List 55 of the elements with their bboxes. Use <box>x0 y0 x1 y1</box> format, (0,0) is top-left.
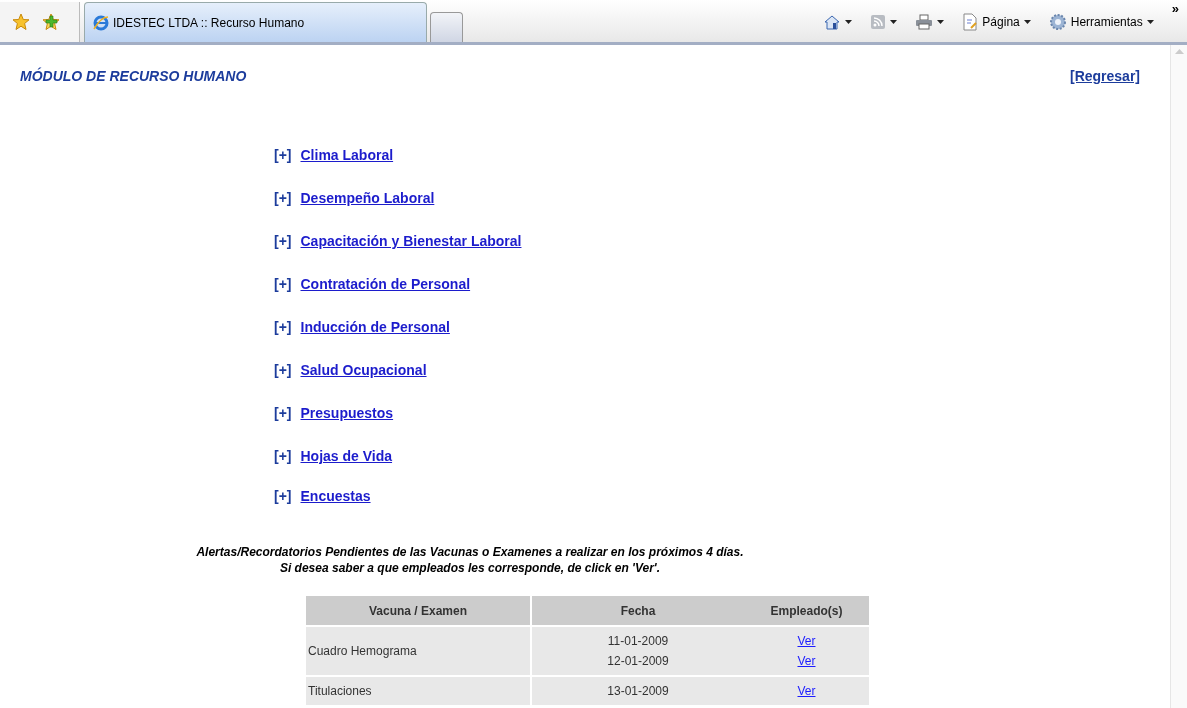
view-link[interactable]: Ver <box>797 652 816 670</box>
toolbar-button[interactable] <box>915 14 945 30</box>
expand-marker[interactable]: [+] <box>274 485 292 507</box>
tools-menu-button[interactable]: Herramientas <box>1048 13 1154 31</box>
page-menu-button[interactable]: Página <box>962 13 1031 31</box>
browser-tab[interactable]: IDESTEC LTDA :: Recurso Humano <box>84 2 427 42</box>
expand-marker[interactable]: [+] <box>274 188 292 209</box>
gear-icon <box>1048 13 1067 31</box>
alert-text: Si desea saber a que empleados les corresponde, de click en 'Ver'. <box>279 560 661 576</box>
home-icon <box>823 14 842 30</box>
menu-link[interactable]: Capacitación y Bienestar Laboral <box>300 231 522 252</box>
column-header: Empleado(s) <box>769 602 844 620</box>
toolbar-overflow[interactable]: » <box>1171 2 1179 16</box>
caret-icon <box>890 20 898 24</box>
expand-marker[interactable]: [+] <box>274 145 292 166</box>
menu-link[interactable]: Hojas de Vida <box>300 446 393 467</box>
star-icon[interactable] <box>12 13 30 31</box>
toolbar-button[interactable] <box>870 14 898 30</box>
scrollbar[interactable] <box>1170 45 1187 708</box>
menu-link[interactable]: Clima Laboral <box>300 145 394 166</box>
menu-link[interactable]: Salud Ocupacional <box>300 360 427 381</box>
table-cell: Titulaciones <box>306 677 530 705</box>
caret-icon <box>845 20 853 24</box>
feed-icon <box>870 14 887 30</box>
view-link[interactable]: Ver <box>797 632 816 650</box>
column-header: Vacuna / Examen <box>306 596 530 625</box>
expand-marker[interactable]: [+] <box>274 231 292 252</box>
column-header: Fecha <box>619 602 657 620</box>
new-tab-button[interactable] <box>430 12 463 42</box>
menu-link[interactable]: Encuestas <box>300 485 371 507</box>
expand-marker[interactable]: [+] <box>274 360 292 381</box>
date-text: 13-01-2009 <box>606 683 670 700</box>
document-icon <box>962 13 979 31</box>
menu-link[interactable]: Desempeño Laboral <box>300 188 435 209</box>
page-title: MÓDULO DE RECURSO HUMANO <box>20 66 247 86</box>
expand-marker[interactable]: [+] <box>274 403 292 424</box>
menu-link[interactable]: Contratación de Personal <box>300 274 471 295</box>
menu-link[interactable]: Inducción de Personal <box>300 317 450 338</box>
date-text: 11-01-2009 <box>606 633 670 650</box>
back-link[interactable]: [Regresar] <box>1069 66 1140 87</box>
expand-marker[interactable]: [+] <box>274 317 292 338</box>
menu-link[interactable]: Presupuestos <box>300 403 394 424</box>
caret-icon <box>937 20 945 24</box>
date-text: 12-01-2009 <box>606 653 670 670</box>
add-favorite-icon[interactable] <box>42 13 60 31</box>
expand-marker[interactable]: [+] <box>274 274 292 295</box>
printer-icon <box>915 14 934 30</box>
browser-logo-icon <box>93 14 109 31</box>
expand-marker[interactable]: [+] <box>274 446 292 467</box>
view-link[interactable]: Ver <box>797 682 816 700</box>
caret-icon <box>1146 20 1154 24</box>
table-cell: Cuadro Hemograma <box>306 627 530 675</box>
alert-text: Alertas/Recordatorios Pendientes de las Vacunas o Examenes a realizar en los próximos 4 días. <box>196 544 744 560</box>
caret-icon <box>1023 20 1031 24</box>
toolbar-button[interactable] <box>823 14 853 30</box>
